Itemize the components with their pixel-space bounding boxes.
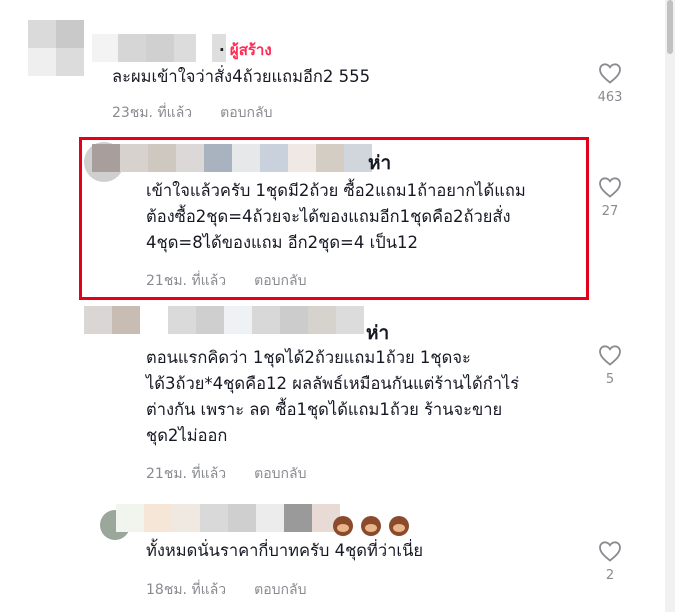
heart-outline-icon	[599, 63, 621, 84]
like-button[interactable]: 5	[590, 344, 630, 387]
heart-outline-icon	[599, 541, 621, 562]
like-button[interactable]: 463	[590, 62, 630, 105]
reply-button[interactable]: ตอบกลับ	[254, 582, 306, 598]
comment-meta: 23ชม. ที่แล้ว ตอบกลับ	[112, 102, 272, 124]
reply-button[interactable]: ตอบกลับ	[220, 105, 272, 121]
comment-4: ทั้งหมดนั่นราคากี่บาทครับ 4ชุดที่ว่าเนี่…	[0, 496, 664, 612]
timestamp: 18ชม. ที่แล้ว	[146, 582, 227, 598]
heart-outline-icon	[599, 345, 621, 366]
comment-text: ทั้งหมดนั่นราคากี่บาทครับ 4ชุดที่ว่าเนี่…	[146, 541, 424, 560]
username-blurred[interactable]	[84, 306, 364, 334]
username-tail[interactable]: ห่า	[366, 318, 389, 348]
username-blurred[interactable]	[116, 504, 340, 532]
scrollbar[interactable]	[665, 0, 675, 612]
avatar[interactable]	[28, 20, 84, 76]
comment-1: · ผู้สร้าง ละผมเข้าใจว่าสั่ง4ถ้วยแถมอีก2…	[0, 0, 664, 130]
timestamp: 23ชม. ที่แล้ว	[112, 105, 193, 121]
like-button[interactable]: 2	[590, 540, 630, 583]
timestamp: 21ชม. ที่แล้ว	[146, 466, 227, 482]
like-count: 27	[601, 204, 619, 219]
comment-meta: 18ชม. ที่แล้ว ตอบกลับ	[146, 579, 306, 601]
like-count: 463	[597, 90, 623, 105]
comment-text: ตอนแรกคิดว่า 1ชุดได้2ถ้วยแถม1ถ้วย 1ชุดจะ…	[146, 348, 520, 445]
like-count: 5	[605, 372, 615, 387]
like-count: 2	[605, 568, 615, 583]
comment-3: ห่า ตอนแรกคิดว่า 1ชุดได้2ถ้วยแถม1ถ้วย 1ช…	[0, 300, 664, 496]
username-blurred[interactable]	[92, 34, 226, 62]
heart-outline-icon	[599, 177, 621, 198]
reply-button[interactable]: ตอบกลับ	[254, 466, 306, 482]
like-button[interactable]: 27	[590, 176, 630, 219]
comment-meta: 21ชม. ที่แล้ว ตอบกลับ	[146, 463, 306, 485]
comment-text: ละผมเข้าใจว่าสั่ง4ถ้วยแถมอีก2 555	[112, 67, 371, 86]
creator-badge: · ผู้สร้าง	[219, 41, 272, 59]
scrollbar-thumb[interactable]	[667, 0, 673, 54]
highlight-box	[79, 137, 589, 300]
